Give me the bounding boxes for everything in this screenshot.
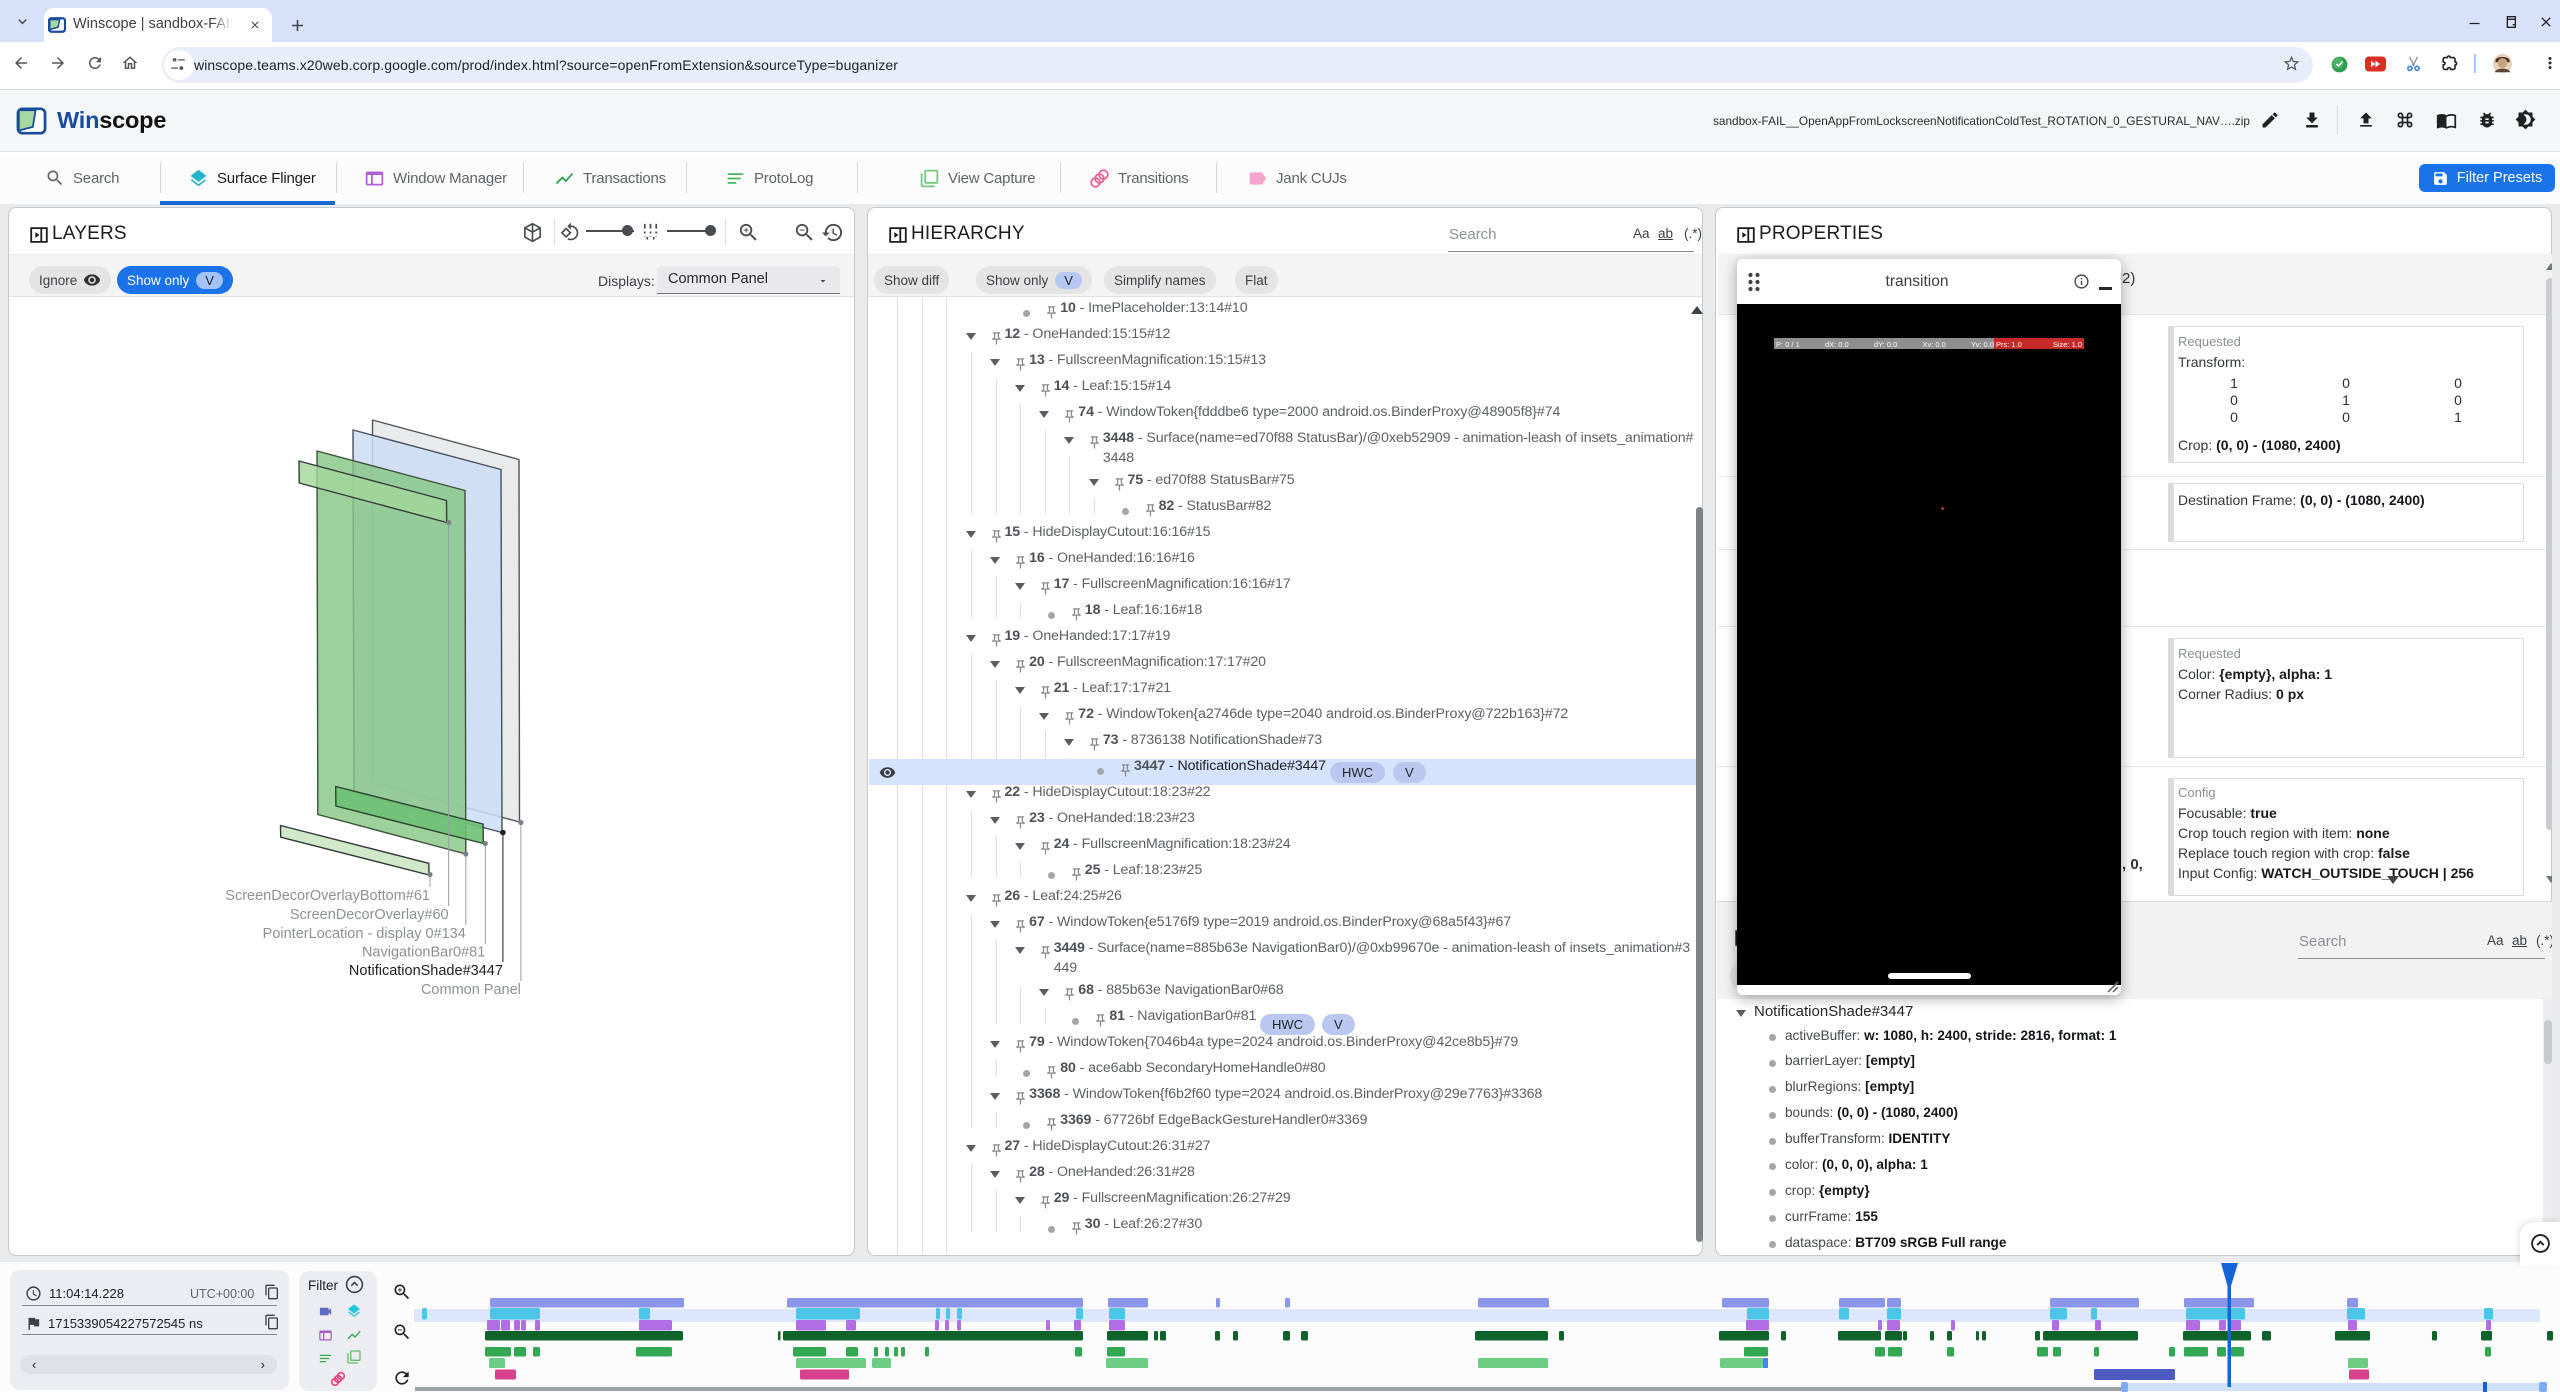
svg-text:Common Panel: Common Panel [421,982,521,998]
svg-text:NavigationBar0#81: NavigationBar0#81 [362,945,485,961]
svg-text:NotificationShade#3447: NotificationShade#3447 [349,963,503,979]
svg-text:ScreenDecorOverlay#60: ScreenDecorOverlay#60 [290,907,449,923]
svg-text:PointerLocation - display 0#13: PointerLocation - display 0#134 [263,926,466,942]
svg-text:ScreenDecorOverlayBottom#61: ScreenDecorOverlayBottom#61 [225,888,430,904]
